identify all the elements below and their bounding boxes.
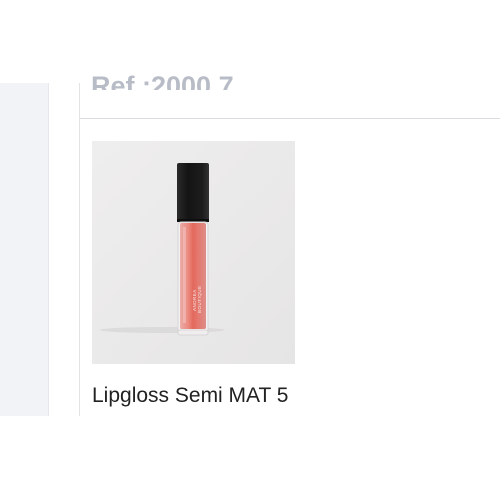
- product-image[interactable]: ANDREA BOUTIQUE: [92, 141, 295, 364]
- lipgloss-tube-image: ANDREA BOUTIQUE: [92, 141, 295, 364]
- left-sidebar-edge: [48, 83, 49, 416]
- product-title[interactable]: Lipgloss Semi MAT 5: [92, 381, 288, 411]
- svg-text:BOUTIQUE: BOUTIQUE: [197, 285, 202, 313]
- content-left-border: [79, 83, 80, 416]
- header-overlap-mask: [80, 0, 500, 70]
- page-viewport: Ref.:2000 7 ANDREA BOUTIQUE Lipgloss Sem…: [0, 0, 500, 500]
- section-divider: [80, 118, 500, 119]
- left-sidebar-panel: [0, 83, 49, 416]
